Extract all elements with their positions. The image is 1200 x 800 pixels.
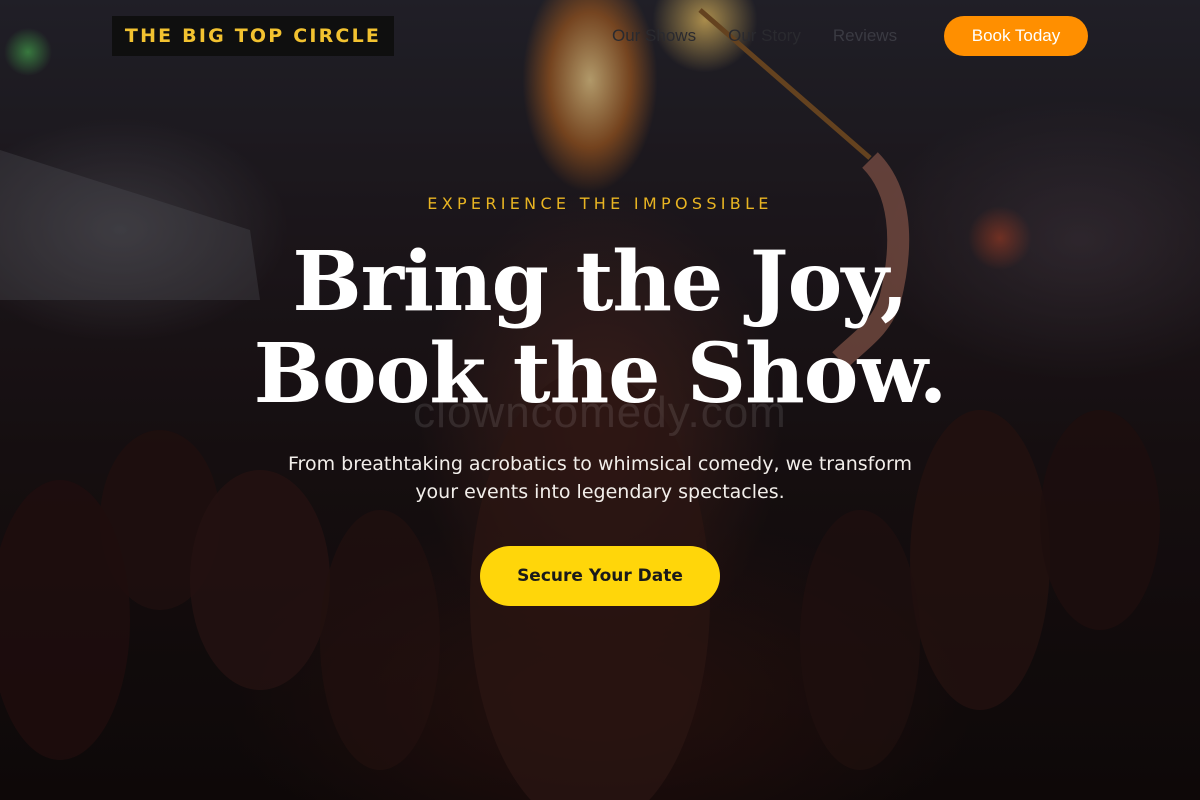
site-logo[interactable]: THE BIG TOP CIRCLE xyxy=(112,16,394,56)
main-nav: Our Shows Our Story Reviews xyxy=(612,16,929,56)
nav-link-our-story[interactable]: Our Story xyxy=(728,26,801,46)
subtext-line-2: your events into legendary spectacles. xyxy=(415,481,785,503)
nav-link-our-shows[interactable]: Our Shows xyxy=(612,26,696,46)
hero-subtext: From breathtaking acrobatics to whimsica… xyxy=(260,450,940,506)
watermark-text: clowncomedy.com xyxy=(413,388,787,437)
book-today-button[interactable]: Book Today xyxy=(944,16,1088,56)
headline-line-1: Bring the Joy, xyxy=(292,234,908,330)
secure-your-date-button[interactable]: Secure Your Date xyxy=(480,546,720,606)
nav-link-reviews[interactable]: Reviews xyxy=(833,26,897,46)
hero-eyebrow: EXPERIENCE THE IMPOSSIBLE xyxy=(427,194,773,213)
subtext-line-1: From breathtaking acrobatics to whimsica… xyxy=(288,453,912,475)
